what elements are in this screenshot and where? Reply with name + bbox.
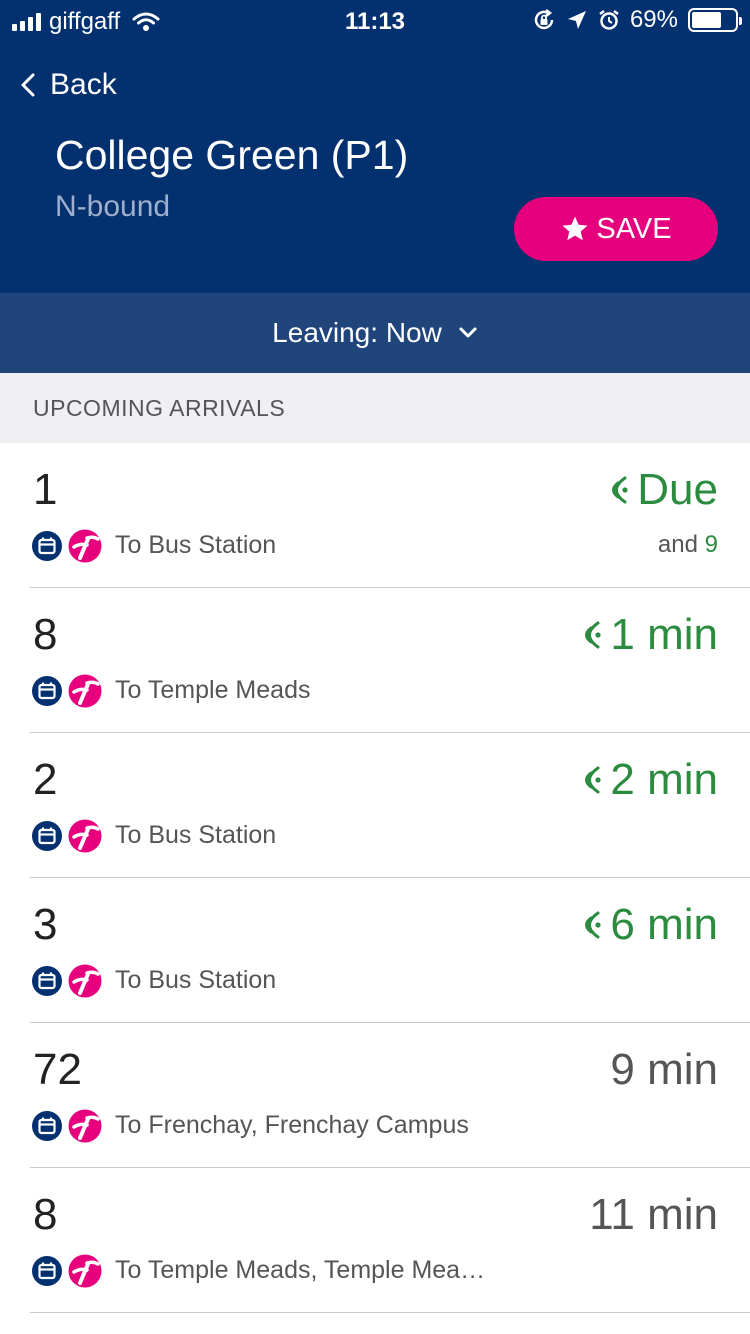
arrival-row[interactable]: 8 To Temple Meads 1 min <box>0 588 750 733</box>
timetable-icon <box>32 676 62 706</box>
star-icon <box>562 216 588 241</box>
route-number: 2 <box>33 755 58 804</box>
arrival-time-text: 2 min <box>610 755 718 804</box>
operator-logo-icon <box>68 1254 102 1288</box>
realtime-signal-icon <box>585 621 602 649</box>
section-header: UPCOMING ARRIVALS <box>0 373 750 443</box>
destination-label: To Frenchay, Frenchay Campus <box>115 1111 469 1139</box>
arrival-time: 2 min <box>576 755 718 805</box>
route-number: 72 <box>33 1045 82 1094</box>
also-prefix: and <box>657 531 698 558</box>
arrival-row[interactable]: 3 To Bus Station 6 min <box>0 878 750 1023</box>
status-bar: giffgaff 11:13 69% <box>0 0 750 42</box>
back-label: Back <box>50 68 117 101</box>
leaving-label: Leaving: Now <box>272 317 442 348</box>
timetable-icon <box>32 1111 62 1141</box>
operator-logo-icon <box>68 674 102 708</box>
chevron-down-icon <box>459 327 477 338</box>
save-label: SAVE <box>596 212 672 245</box>
arrival-time: 11 min <box>589 1190 718 1240</box>
arrival-time: 1 min <box>576 610 718 660</box>
route-number: 8 <box>33 610 58 659</box>
arrival-time-text: 11 min <box>589 1190 718 1239</box>
realtime-signal-icon <box>612 476 628 504</box>
arrival-time-text: 6 min <box>610 900 718 949</box>
row-icons <box>31 819 103 853</box>
timetable-icon <box>32 531 62 561</box>
leaving-time-selector[interactable]: Leaving: Now <box>0 293 750 373</box>
destination-label: To Bus Station <box>115 531 277 559</box>
stop-title: College Green (P1) <box>55 132 409 178</box>
battery-icon <box>688 8 742 32</box>
arrival-time: Due <box>603 465 718 515</box>
timetable-icon <box>32 966 62 996</box>
route-number: 1 <box>33 465 58 514</box>
arrivals-list: 1 To Bus Station Due and 9 8 To Temple M… <box>0 443 750 1313</box>
row-icons <box>31 964 103 998</box>
destination-label: To Temple Meads, Temple Mea… <box>115 1256 486 1284</box>
destination-label: To Temple Meads <box>115 676 311 704</box>
save-button[interactable]: SAVE <box>514 197 718 261</box>
alarm-icon <box>599 10 619 30</box>
route-number: 3 <box>33 900 58 949</box>
arrival-time-text: 9 min <box>610 1045 718 1094</box>
arrival-time-text: Due <box>637 465 718 514</box>
operator-logo-icon <box>68 1109 102 1143</box>
timetable-icon <box>32 1256 62 1286</box>
realtime-signal-icon <box>585 911 602 939</box>
also-arrival: and 9 <box>658 531 718 559</box>
destination-label: To Bus Station <box>115 966 277 994</box>
realtime-signal-icon <box>585 766 602 794</box>
chevron-left-icon <box>21 73 35 97</box>
operator-logo-icon <box>68 964 102 998</box>
location-icon <box>567 11 586 29</box>
row-icons <box>31 1254 103 1288</box>
timetable-icon <box>32 821 62 851</box>
arrival-row[interactable]: 72 To Frenchay, Frenchay Campus 9 min <box>0 1023 750 1168</box>
destination-label: To Bus Station <box>115 821 277 849</box>
battery-percent: 69% <box>629 6 678 33</box>
back-button[interactable]: Back <box>20 68 117 102</box>
header: giffgaff 11:13 69% Back College Green (P… <box>0 0 750 293</box>
arrival-time-text: 1 min <box>610 610 718 659</box>
arrival-row[interactable]: 8 To Temple Meads, Temple Mea… 11 min <box>0 1168 750 1313</box>
operator-logo-icon <box>68 819 102 853</box>
arrival-time: 6 min <box>576 900 718 950</box>
section-title: UPCOMING ARRIVALS <box>33 394 286 421</box>
route-number: 8 <box>33 1190 58 1239</box>
arrival-time: 9 min <box>610 1045 718 1095</box>
rotation-lock-icon <box>534 9 554 30</box>
stop-direction: N-bound <box>55 190 171 223</box>
battery-fill <box>692 12 721 28</box>
operator-logo-icon <box>68 529 102 563</box>
also-value: 9 <box>704 531 718 558</box>
arrival-row[interactable]: 2 To Bus Station 2 min <box>0 733 750 878</box>
row-icons <box>31 1109 103 1143</box>
arrival-row[interactable]: 1 To Bus Station Due and 9 <box>0 443 750 588</box>
row-divider <box>30 1312 750 1313</box>
row-icons <box>31 529 103 563</box>
row-icons <box>31 674 103 708</box>
